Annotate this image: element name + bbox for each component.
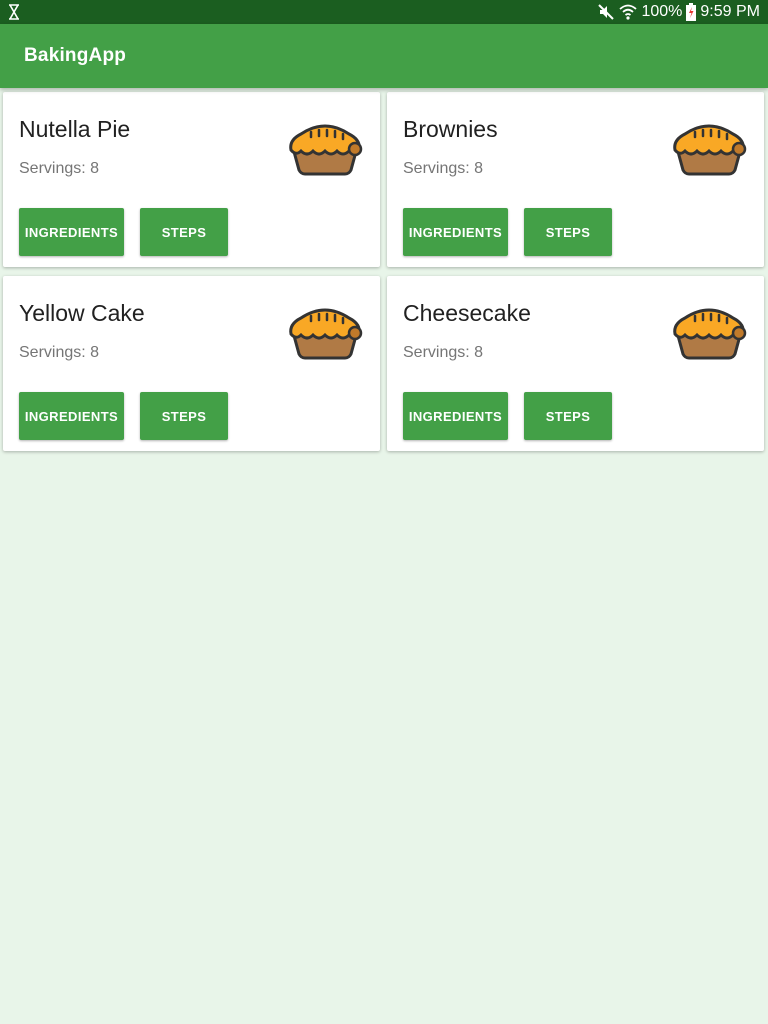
clock-time: 9:59 PM <box>700 3 760 20</box>
recipe-name: Nutella Pie <box>19 116 131 142</box>
steps-button[interactable]: STEPS <box>524 208 612 256</box>
pie-icon <box>283 122 367 178</box>
pie-icon <box>667 122 751 178</box>
mute-icon <box>597 3 615 21</box>
battery-icon <box>686 3 697 21</box>
recipe-name: Yellow Cake <box>19 300 145 326</box>
recipe-card[interactable]: Cheesecake Servings: 8 INGREDIENTS STEPS <box>387 276 764 451</box>
steps-button[interactable]: STEPS <box>140 208 228 256</box>
wifi-icon <box>619 3 638 21</box>
recipe-servings: Servings: 8 <box>19 344 100 361</box>
ingredients-button[interactable]: INGREDIENTS <box>403 208 508 256</box>
ingredients-button[interactable]: INGREDIENTS <box>19 392 124 440</box>
recipe-card[interactable]: Nutella Pie Servings: 8 INGREDIENTS STEP… <box>3 92 380 267</box>
pie-icon <box>283 306 367 362</box>
recipe-servings: Servings: 8 <box>19 160 100 177</box>
pie-icon <box>667 306 751 362</box>
steps-button[interactable]: STEPS <box>140 392 228 440</box>
battery-level: 100% <box>641 3 683 20</box>
recipe-servings: Servings: 8 <box>403 344 484 361</box>
app-bar: BakingApp <box>0 24 768 88</box>
recipe-servings: Servings: 8 <box>403 160 484 177</box>
status-bar: 100% 9:59 PM <box>0 0 768 24</box>
ingredients-button[interactable]: INGREDIENTS <box>19 208 124 256</box>
recipe-name: Cheesecake <box>403 300 531 326</box>
app-title: BakingApp <box>24 45 127 66</box>
recipe-card[interactable]: Brownies Servings: 8 INGREDIENTS STEPS <box>387 92 764 267</box>
steps-button[interactable]: STEPS <box>524 392 612 440</box>
recipe-card[interactable]: Yellow Cake Servings: 8 INGREDIENTS STEP… <box>3 276 380 451</box>
recipe-name: Brownies <box>403 116 498 142</box>
ingredients-button[interactable]: INGREDIENTS <box>403 392 508 440</box>
status-indicators: 100% 9:59 PM <box>597 0 760 24</box>
hourglass-icon <box>8 4 22 20</box>
